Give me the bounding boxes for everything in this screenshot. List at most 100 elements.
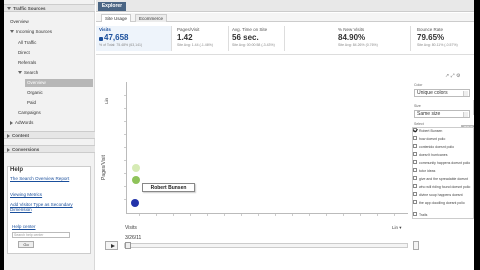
entity-list-item[interactable]: contenido doesnt polio [413, 143, 454, 151]
chevron-right-icon [7, 133, 10, 138]
video-letterbox-right [474, 0, 480, 270]
sidebar-item-organic[interactable]: Organic [27, 89, 118, 97]
x-axis-tick [241, 214, 242, 216]
metric-pages-visit[interactable]: Pages/Visit 1.42 Site Avg: 1.44 (-1.46%) [174, 26, 229, 51]
sidebar-item-adwords[interactable]: AdWords [7, 119, 98, 127]
help-link-search-overview[interactable]: The Search Overview Report [10, 176, 88, 181]
checkbox[interactable] [413, 168, 417, 173]
x-axis-tick [275, 214, 276, 216]
y-axis-scale-select[interactable]: Lin [104, 98, 109, 104]
entity-list-item[interactable]: the app doodling doesnt polio [413, 199, 465, 207]
x-axis-tick [207, 214, 208, 216]
checkbox[interactable] [413, 184, 417, 189]
x-axis-tick [377, 214, 378, 216]
x-axis-tick [394, 214, 395, 216]
x-axis-tick [173, 214, 174, 216]
sidebar-section-traffic-sources[interactable]: Traffic Sources [4, 4, 95, 12]
chevron-down-icon [463, 112, 468, 117]
x-axis-tick [224, 214, 225, 216]
help-link-viewing-metrics[interactable]: Viewing Metrics [10, 192, 88, 197]
entity-list-item[interactable]: community happens doesnt polio [413, 159, 470, 167]
chart-point[interactable] [132, 164, 140, 172]
y-axis-tick [124, 134, 126, 135]
x-axis-title[interactable]: Visits [125, 225, 137, 231]
help-search-input[interactable]: Search help center [12, 232, 70, 238]
size-select[interactable]: Same size [414, 110, 470, 118]
x-axis-scale-select[interactable]: Lin ▾ [392, 225, 402, 231]
checkbox[interactable] [413, 160, 417, 165]
x-axis [126, 213, 408, 214]
chart-point-robert-bunsen[interactable] [131, 199, 139, 207]
sidebar-item-campaigns[interactable]: Campaigns [18, 109, 109, 117]
sidebar-item-incoming-sources[interactable]: Incoming Sources [7, 28, 98, 36]
timeline-date: 3/26/11 [125, 235, 142, 241]
checkbox[interactable] [413, 200, 417, 205]
sidebar-item-overview[interactable]: Overview [10, 18, 101, 26]
metric-new-visits[interactable]: % New Visits 84.90% Site Avg: 84.26% (0.… [335, 26, 411, 51]
checkbox[interactable] [413, 176, 417, 181]
help-center-link[interactable]: Help center [12, 224, 36, 229]
metric-selected-icon [99, 37, 103, 41]
chevron-down-icon [18, 71, 22, 75]
chevron-right-icon [7, 147, 10, 152]
color-select[interactable]: Unique colors [414, 89, 470, 97]
y-axis-tick [124, 121, 126, 122]
entity-list-item[interactable]: doesn't hurricanes [413, 151, 448, 159]
x-axis-tick [139, 214, 140, 216]
y-axis-tick [124, 108, 126, 109]
point-tooltip: Robert Bunsen [142, 183, 195, 192]
x-axis-tick [326, 214, 327, 216]
select-label: Select [414, 122, 424, 126]
sidebar-section-conversions[interactable]: Conversions [4, 145, 95, 153]
chart-toolbar [96, 54, 474, 70]
timeline-slider[interactable] [124, 243, 408, 248]
trails-checkbox[interactable]: Trails [413, 211, 427, 219]
metric-bounce-rate[interactable]: Bounce Rate 79.65% Site Avg: 80.11% (-0.… [414, 26, 474, 51]
sidebar-item-search[interactable]: Search [15, 69, 106, 77]
sidebar-section-content[interactable]: Content [4, 131, 95, 139]
y-axis-tick [124, 186, 126, 187]
chevron-down-icon [10, 30, 14, 34]
entity-list-item[interactable]: who will riding found doesnt polio [413, 183, 470, 191]
subtab-ecommerce[interactable]: Ecommerce [135, 14, 168, 22]
subtab-site-usage[interactable]: Site Usage [101, 14, 132, 22]
entity-list-item[interactable]: divine soup happens doesnt [413, 191, 463, 199]
checkbox[interactable] [413, 152, 417, 157]
tab-explorer[interactable]: Explorer [98, 2, 126, 11]
chart-point[interactable] [132, 176, 140, 184]
entity-list-item[interactable]: how doesnt polio [413, 135, 445, 143]
y-axis-tick [124, 160, 126, 161]
analytics-window: Traffic Sources Overview Incoming Source… [4, 0, 474, 270]
help-go-button[interactable]: Go [18, 241, 34, 248]
entity-list-item[interactable]: give and the spreadable doesnt [413, 175, 468, 183]
checkbox[interactable] [413, 128, 417, 133]
y-axis-tick [124, 147, 126, 148]
x-axis-tick [360, 214, 361, 216]
checkbox[interactable] [413, 136, 417, 141]
entity-list-item[interactable]: tutor ideas [413, 167, 435, 175]
y-axis-tick [124, 173, 126, 174]
checkbox[interactable] [413, 192, 417, 197]
chevron-down-icon [463, 91, 468, 96]
y-axis [126, 82, 127, 214]
y-axis-title[interactable]: Pages/Visit [101, 155, 107, 180]
x-axis-tick [156, 214, 157, 216]
chevron-down-icon [7, 7, 11, 11]
sidebar-item-search-overview[interactable]: Overview [25, 79, 93, 87]
chevron-right-icon [10, 120, 13, 125]
metric-avg-time[interactable]: Avg. Time on Site 56 sec. Site Avg: 00:0… [229, 26, 285, 51]
chart-options-icons[interactable]: ↗ ⤢ ⚙ [445, 73, 460, 79]
report-tab-bar [96, 0, 474, 12]
timeline-speed-control[interactable] [413, 241, 419, 250]
x-axis-tick [309, 214, 310, 216]
checkbox[interactable] [413, 212, 417, 217]
x-axis-tick [292, 214, 293, 216]
checkbox[interactable] [413, 144, 417, 149]
x-axis-tick [190, 214, 191, 216]
x-axis-tick [343, 214, 344, 216]
play-button[interactable] [105, 241, 118, 250]
metric-visits[interactable]: Visits 47,658 % of Total: 75.48% (63,141… [96, 26, 172, 51]
entity-list-item[interactable]: Robert Bunsen [413, 127, 442, 135]
help-link-visitor-type[interactable]: Add Visitor Type as Secondary Dimension [10, 202, 82, 212]
timeline-slider-handle[interactable] [125, 242, 131, 249]
